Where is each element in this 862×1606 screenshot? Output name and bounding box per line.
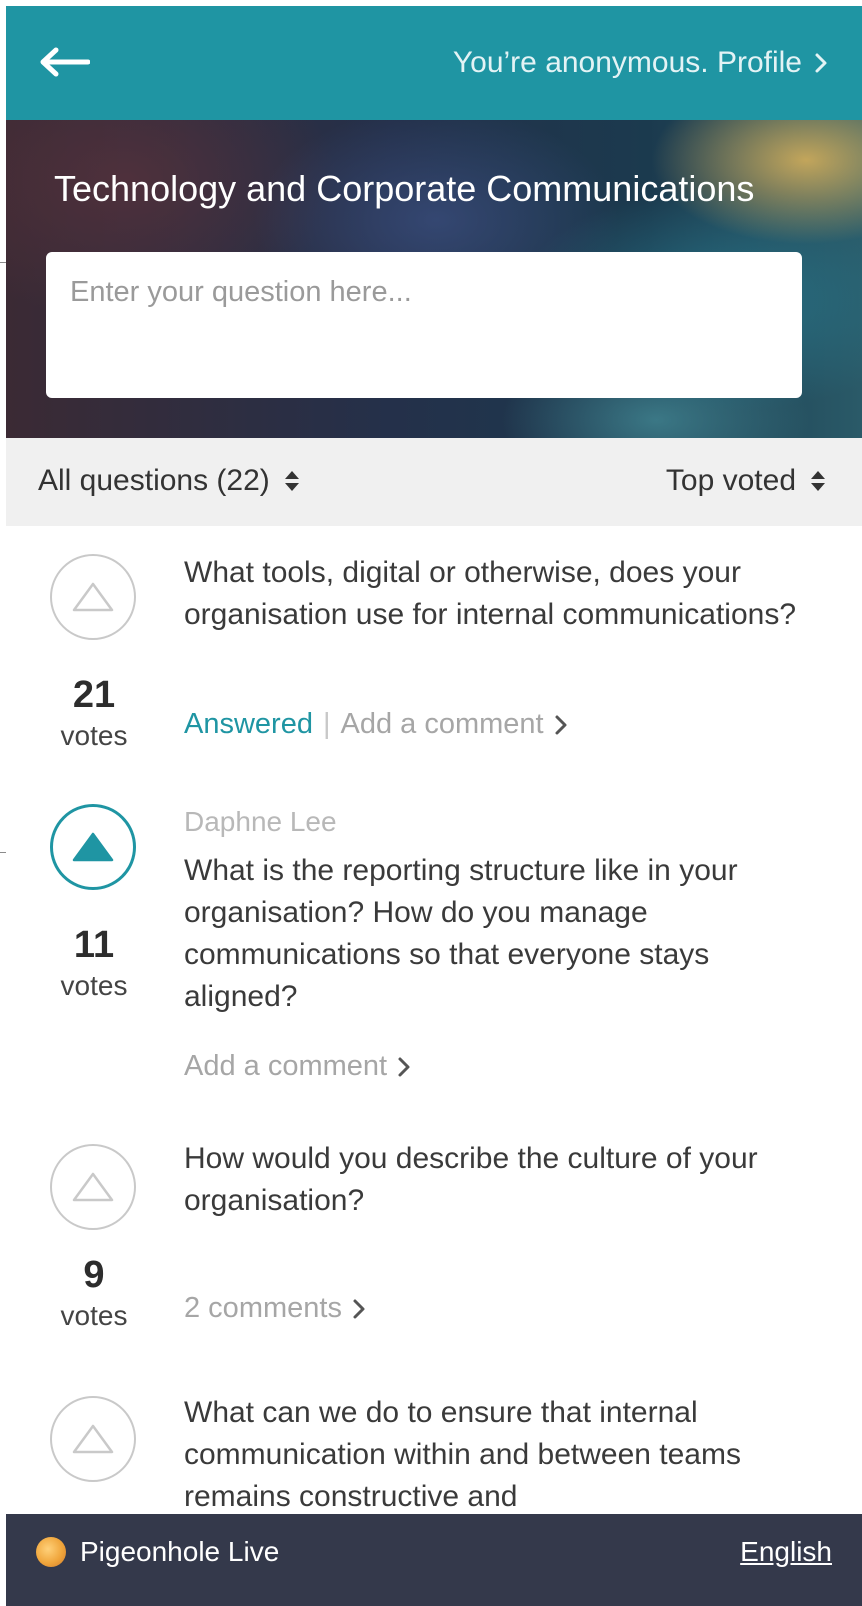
add-comment-link[interactable]: Add a comment <box>184 1050 387 1083</box>
vote-count: 21 <box>72 674 116 716</box>
brand[interactable]: Pigeonhole Live <box>36 1536 279 1568</box>
questions-filter-label: All questions (22) <box>38 464 270 497</box>
triangle-up-icon <box>72 1172 114 1202</box>
question-input[interactable] <box>46 252 802 398</box>
question-item: 9 votes How would you describe the cultu… <box>6 1106 862 1362</box>
triangle-up-icon <box>72 1424 114 1454</box>
question-meta: 2 comments <box>184 1292 366 1325</box>
chevron-right-icon <box>815 53 827 73</box>
filter-bar: All questions (22) Top voted <box>6 438 862 526</box>
answered-badge: Answered <box>184 708 313 740</box>
question-text: What is the reporting structure like in … <box>184 854 738 1013</box>
triangle-up-icon <box>72 582 114 612</box>
vote-count: 11 <box>73 924 115 966</box>
question-meta: Answered | Add a comment <box>184 708 568 741</box>
question-meta: Add a comment <box>184 1050 411 1083</box>
event-hero: Technology and Corporate Communications <box>6 120 862 438</box>
chevron-right-icon <box>353 1299 365 1318</box>
event-title: Technology and Corporate Communications <box>54 168 755 209</box>
votes-label: votes <box>60 970 128 1001</box>
upvote-button[interactable] <box>50 1396 136 1482</box>
add-comment-link[interactable]: Add a comment <box>341 708 544 741</box>
sort-updown-icon <box>811 471 825 491</box>
sort-dropdown[interactable]: Top voted <box>666 464 826 498</box>
sort-updown-icon <box>284 471 299 491</box>
vote-count: 9 <box>83 1254 105 1296</box>
arrow-left-icon <box>40 47 90 77</box>
top-bar: You’re anonymous. Profile <box>6 6 862 120</box>
footer-bar: Pigeonhole Live English <box>6 1514 862 1606</box>
votes-label: votes <box>60 1300 128 1331</box>
profile-link-label: You’re anonymous. Profile <box>452 46 802 79</box>
questions-filter-dropdown[interactable]: All questions (22) <box>38 464 300 498</box>
chevron-right-icon <box>555 715 567 734</box>
question-text: How would you describe the culture of yo… <box>184 1142 758 1217</box>
comments-link[interactable]: 2 comments <box>184 1292 342 1325</box>
votes-label: votes <box>60 720 128 751</box>
triangle-up-icon <box>72 832 114 862</box>
question-text: What can we do to ensure that internal c… <box>184 1396 741 1513</box>
language-link[interactable]: English <box>740 1536 832 1568</box>
question-author: Daphne Lee <box>184 806 337 837</box>
question-item: What can we do to ensure that internal c… <box>6 1360 862 1520</box>
upvote-button[interactable] <box>50 1144 136 1230</box>
upvote-button[interactable] <box>50 554 136 640</box>
question-text: What tools, digital or otherwise, does y… <box>184 556 796 631</box>
meta-divider: | <box>322 708 331 740</box>
profile-link[interactable]: You’re anonymous. Profile <box>453 46 828 80</box>
back-button[interactable] <box>36 42 92 82</box>
brand-name: Pigeonhole Live <box>80 1536 280 1567</box>
upvote-button[interactable] <box>50 804 136 890</box>
question-item: 11 votes Daphne Lee What is the reportin… <box>6 776 862 1108</box>
pigeonhole-logo-icon <box>36 1537 66 1567</box>
sort-label: Top voted <box>665 464 796 497</box>
app-screen: You’re anonymous. Profile Technology and… <box>6 6 862 1606</box>
question-item: 21 votes What tools, digital or otherwis… <box>6 526 862 778</box>
chevron-right-icon <box>398 1057 410 1076</box>
